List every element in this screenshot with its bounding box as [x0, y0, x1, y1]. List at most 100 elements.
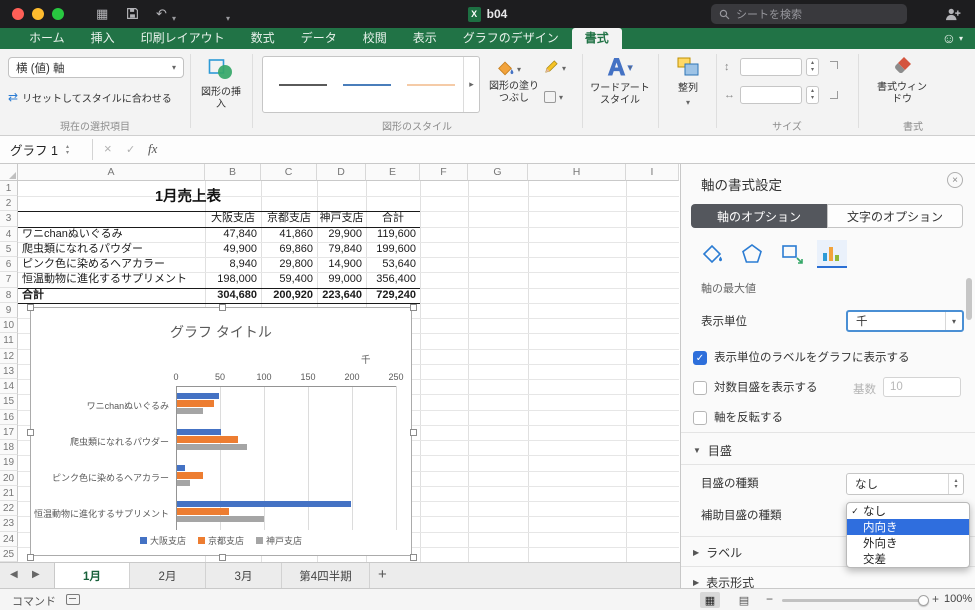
ribbon-tab-データ[interactable]: データ	[288, 28, 350, 49]
line-style-swatch[interactable]	[343, 84, 391, 86]
ribbon-tab-ホーム[interactable]: ホーム	[16, 28, 78, 49]
row-header-9[interactable]: 9	[0, 302, 18, 319]
row-header-22[interactable]: 22	[0, 501, 18, 517]
menu-item-交差[interactable]: 交差	[847, 551, 969, 567]
axis-unit-label[interactable]: 千	[361, 352, 371, 366]
row-header-8[interactable]: 8	[0, 287, 18, 303]
row-header-4[interactable]: 4	[0, 226, 18, 242]
arrange-button[interactable]: 整列 ▾	[662, 57, 714, 107]
page-layout-view-button[interactable]: ▤	[734, 592, 754, 608]
chart-object[interactable]: グラフ タイトル 千 0 50 100 150 200 250 ワニchanぬいぐるみ 爬虫類…	[27, 304, 417, 561]
selection-handle[interactable]	[410, 554, 417, 561]
column-header-E[interactable]: E	[366, 164, 420, 181]
pane-close-icon[interactable]: ×	[947, 172, 963, 188]
row-header-16[interactable]: 16	[0, 409, 18, 425]
column-header-G[interactable]: G	[468, 164, 528, 181]
undo-caret-icon[interactable]: ▾	[172, 11, 176, 27]
effects-pentagon-icon[interactable]	[737, 240, 767, 268]
row-header-23[interactable]: 23	[0, 516, 18, 532]
enter-check-icon[interactable]: ✓	[126, 143, 135, 156]
row-header-14[interactable]: 14	[0, 379, 18, 395]
row-header-24[interactable]: 24	[0, 531, 18, 547]
save-icon[interactable]	[126, 7, 139, 24]
column-header-I[interactable]: I	[626, 164, 679, 181]
ribbon-tab-書式[interactable]: 書式	[571, 28, 622, 49]
row-header-10[interactable]: 10	[0, 318, 18, 334]
menu-item-外向き[interactable]: 外向き	[847, 535, 969, 551]
pane-scrollbar[interactable]	[966, 278, 972, 320]
column-header-C[interactable]: C	[261, 164, 317, 181]
menu-item-内向き[interactable]: 内向き	[847, 519, 969, 535]
shape-height-input[interactable]	[740, 58, 802, 76]
display-units-dropdown[interactable]: 千 ▾	[846, 310, 964, 332]
row-header-5[interactable]: 5	[0, 241, 18, 258]
row-header-25[interactable]: 25	[0, 546, 18, 562]
ribbon-tab-表示[interactable]: 表示	[400, 28, 450, 49]
ribbon-tab-校閲[interactable]: 校閲	[350, 28, 400, 49]
row-header-21[interactable]: 21	[0, 485, 18, 502]
zoom-out-icon[interactable]: −	[766, 592, 773, 606]
chart-title[interactable]: グラフ タイトル	[31, 322, 411, 342]
selection-handle[interactable]	[218, 554, 226, 561]
axis-options-chart-icon[interactable]	[817, 240, 847, 268]
row-header-2[interactable]: 2	[0, 196, 18, 212]
shape-effects-button[interactable]: ▾	[544, 91, 563, 103]
feedback-smiley-icon[interactable]: ☺ ▾	[942, 30, 963, 46]
normal-view-button[interactable]: ▦	[700, 592, 720, 608]
name-box[interactable]: グラフ 1 ▴ ▾	[0, 136, 92, 163]
major-tick-dropdown[interactable]: なし ▴ ▾	[846, 473, 964, 495]
fill-line-bucket-icon[interactable]	[697, 240, 727, 268]
prev-sheet-icon[interactable]: ◀	[10, 569, 18, 580]
checkbox-unchecked-icon[interactable]	[693, 381, 707, 395]
selection-handle[interactable]	[27, 304, 34, 311]
row-header-18[interactable]: 18	[0, 440, 18, 456]
selection-handle[interactable]	[218, 304, 226, 311]
column-header-B[interactable]: B	[205, 164, 261, 181]
row-header-1[interactable]: 1	[0, 181, 18, 197]
row-header-20[interactable]: 20	[0, 470, 18, 486]
shape-width-input[interactable]	[740, 86, 802, 104]
column-header-F[interactable]: F	[420, 164, 468, 181]
zoom-slider[interactable]	[782, 594, 929, 606]
row-header-19[interactable]: 19	[0, 455, 18, 471]
selection-handle[interactable]	[410, 304, 417, 311]
sheet-tab-第4四半期[interactable]: 第4四半期	[282, 563, 370, 589]
reset-to-match-style-button[interactable]: ⇄ リセットしてスタイルに合わせる	[8, 87, 186, 107]
row-header-17[interactable]: 17	[0, 424, 18, 441]
zoom-window-button[interactable]	[52, 8, 64, 20]
ribbon-tab-グラフのデザイン[interactable]: グラフのデザイン	[450, 28, 572, 49]
selection-handle[interactable]	[27, 429, 34, 436]
share-person-add-icon[interactable]	[945, 7, 961, 24]
width-stepper[interactable]: ▴ ▾	[806, 86, 819, 104]
column-header-H[interactable]: H	[528, 164, 626, 181]
log-base-input[interactable]: 10	[883, 377, 961, 397]
app-grid-icon[interactable]: ▦	[96, 6, 108, 22]
row-header-6[interactable]: 6	[0, 257, 18, 273]
row-header-12[interactable]: 12	[0, 348, 18, 364]
row-header-15[interactable]: 15	[0, 394, 18, 410]
sheet-tab-1月[interactable]: 1月	[54, 563, 130, 589]
row-header-7[interactable]: 7	[0, 272, 18, 288]
line-style-swatch[interactable]	[407, 84, 455, 86]
checkbox-unchecked-icon[interactable]	[693, 411, 707, 425]
menu-item-なし[interactable]: ✓ なし	[847, 503, 969, 519]
keyboard-icon[interactable]	[66, 594, 80, 605]
format-pane-button[interactable]: 書式ウィンドウ	[870, 56, 934, 106]
zoom-in-icon[interactable]: +	[932, 592, 939, 606]
reverse-axis-row[interactable]: 軸を反転する	[693, 410, 963, 426]
ribbon-tab-挿入[interactable]: 挿入	[78, 28, 128, 49]
shape-style-gallery[interactable]: ▸	[262, 56, 480, 113]
insert-function-button[interactable]: fx	[148, 141, 157, 157]
show-units-label-row[interactable]: ✓ 表示単位のラベルをグラフに表示する	[693, 350, 963, 366]
zoom-slider-thumb[interactable]	[918, 594, 929, 606]
toolbar-menu-caret-icon[interactable]: ▾	[226, 11, 230, 27]
minimize-window-button[interactable]	[32, 8, 44, 20]
tab-text-options[interactable]: 文字のオプション	[827, 204, 963, 228]
chart-element-selector[interactable]: 横 (値) 軸 ▾	[8, 57, 184, 78]
tab-axis-options[interactable]: 軸のオプション	[691, 204, 827, 228]
shape-fill-button[interactable]: ▾	[496, 59, 521, 79]
line-style-swatch[interactable]	[279, 84, 327, 86]
checkbox-checked-icon[interactable]: ✓	[693, 351, 707, 365]
next-sheet-icon[interactable]: ▶	[32, 569, 40, 580]
section-ticks[interactable]: ▼ 目盛	[693, 442, 732, 459]
